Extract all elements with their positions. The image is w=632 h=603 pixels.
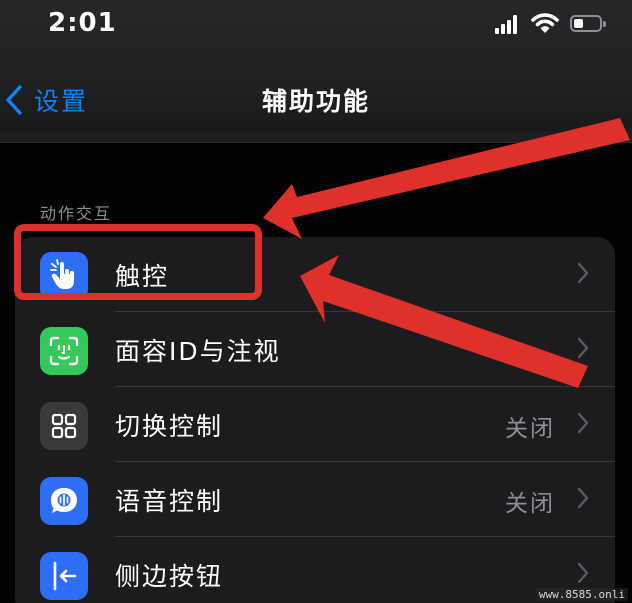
accessibility-screen: 2:01 设置 辅助功能 动作交互 触控 面容ID与注视 切换控制 关闭 语音控…	[0, 0, 632, 603]
list-item-touch[interactable]: 触控	[15, 237, 615, 312]
page-title: 辅助功能	[261, 87, 370, 116]
list-item-label: 语音控制	[115, 487, 224, 516]
list-item-voice-control[interactable]: 语音控制 关闭	[15, 462, 615, 537]
list-item-switch-control[interactable]: 切换控制 关闭	[15, 387, 615, 462]
cellular-signal-icon	[495, 14, 519, 34]
chevron-right-icon	[577, 337, 589, 359]
list-item-face-id-attention[interactable]: 面容ID与注视	[15, 312, 615, 387]
interaction-settings-list: 触控 面容ID与注视 切换控制 关闭 语音控制 关闭 侧边按钮	[15, 237, 615, 603]
chevron-right-icon	[577, 487, 589, 509]
wifi-icon	[531, 13, 559, 33]
list-item-label: 面容ID与注视	[115, 337, 281, 366]
chevron-right-icon	[577, 562, 589, 584]
section-header-interaction: 动作交互	[40, 204, 113, 223]
chevron-right-icon	[577, 412, 589, 434]
list-item-label: 侧边按钮	[115, 562, 224, 591]
header-divider	[0, 132, 632, 143]
face-id-icon	[40, 327, 88, 375]
list-item-value: 关闭	[505, 416, 555, 442]
voice-control-icon	[40, 477, 88, 525]
list-item-label: 触控	[115, 262, 170, 291]
battery-icon	[570, 15, 606, 32]
watermark: www.8585.onli	[535, 588, 628, 601]
chevron-right-icon	[577, 262, 589, 284]
status-time: 2:01	[48, 8, 117, 38]
touch-hand-icon	[40, 252, 88, 300]
list-item-value: 关闭	[505, 491, 555, 517]
list-item-side-button[interactable]: 侧边按钮	[15, 537, 615, 603]
side-button-icon	[40, 552, 88, 600]
list-item-label: 切换控制	[115, 412, 224, 441]
switch-control-icon	[40, 402, 88, 450]
